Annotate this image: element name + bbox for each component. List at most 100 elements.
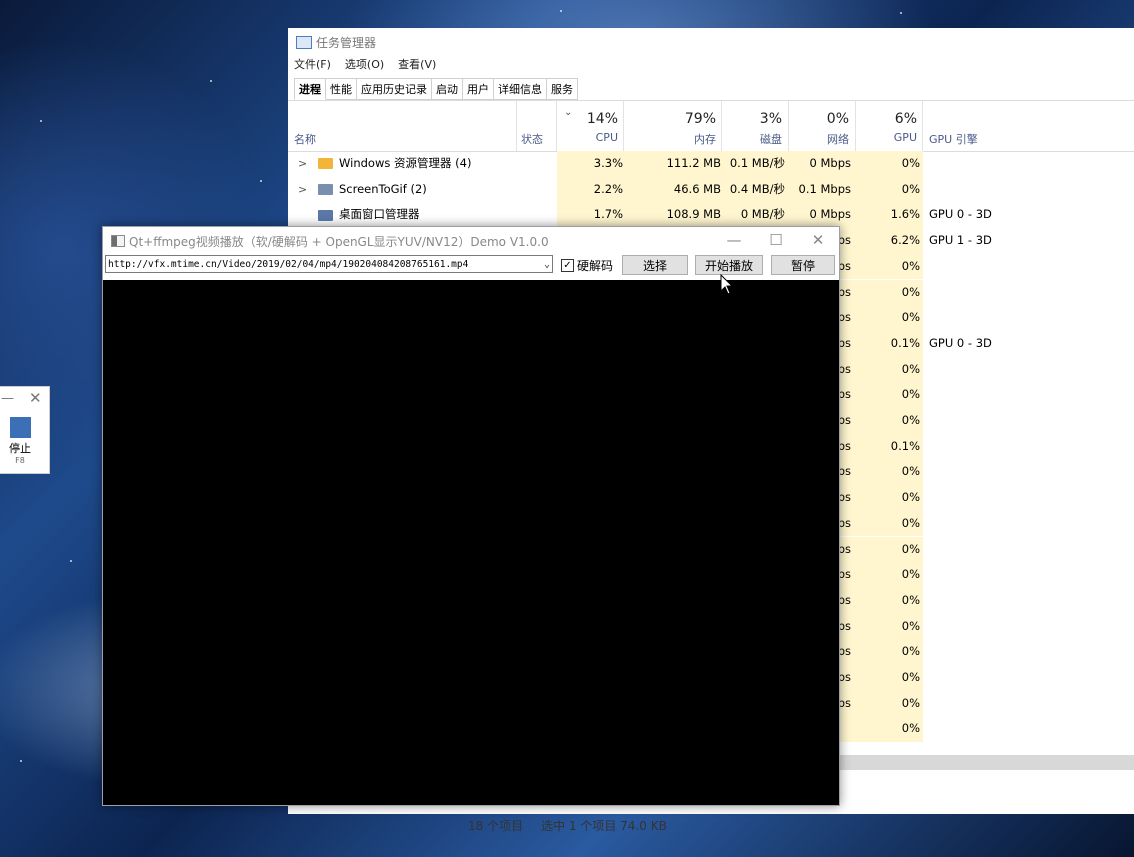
url-value: http://vfx.mtime.cn/Video/2019/02/04/mp4… bbox=[108, 259, 469, 270]
column-header: ⌄ 名称 状态 14% CPU 79% 内存 3% 磁盘 0% 网络 6% GP… bbox=[288, 100, 1134, 152]
status-bar: 18 个项目 选中 1 个项目 74.0 KB bbox=[468, 815, 1134, 835]
tab-startup[interactable]: 启动 bbox=[432, 78, 463, 100]
stop-label: 停止 bbox=[9, 442, 31, 455]
gpu-cell: 0% bbox=[856, 176, 923, 203]
gpu-cell: 0% bbox=[856, 279, 923, 306]
pause-button[interactable]: 暂停 bbox=[771, 255, 835, 275]
process-name-text: Windows 资源管理器 (4) bbox=[339, 156, 472, 170]
network-cell: 0 Mbps bbox=[785, 202, 856, 229]
divider bbox=[556, 101, 557, 151]
stop-button[interactable]: 停止 F8 bbox=[0, 417, 41, 465]
expand-chevron-icon[interactable]: > bbox=[298, 177, 307, 203]
disk-cell: 0 MB/秒 bbox=[721, 202, 790, 229]
table-row[interactable]: > ScreenToGif (2) 2.2% 46.6 MB 0.4 MB/秒 0.1 M… bbox=[288, 176, 1134, 203]
gpu-cell: 0% bbox=[856, 253, 923, 280]
gpu-label: GPU bbox=[893, 131, 917, 144]
gpu-cell: 0% bbox=[856, 382, 923, 408]
gpu-engine-cell: GPU 0 - 3D bbox=[929, 207, 992, 222]
tab-users[interactable]: 用户 bbox=[463, 78, 494, 100]
menu-view[interactable]: 查看(V) bbox=[398, 56, 436, 72]
column-cpu[interactable]: 14% CPU bbox=[558, 111, 618, 144]
memory-label: 内存 bbox=[694, 133, 716, 146]
stop-icon bbox=[9, 417, 31, 438]
column-name[interactable]: 名称 bbox=[294, 131, 316, 147]
column-memory[interactable]: 79% 内存 bbox=[624, 111, 716, 147]
process-name-text: 桌面窗口管理器 bbox=[339, 207, 420, 222]
minimize-button[interactable]: — bbox=[713, 227, 755, 255]
memory-cell: 111.2 MB bbox=[623, 151, 726, 177]
star bbox=[40, 120, 42, 122]
column-status[interactable]: 状态 bbox=[517, 131, 543, 147]
star bbox=[260, 180, 262, 182]
gpu-engine-cell: GPU 0 - 3D bbox=[929, 335, 992, 350]
video-canvas[interactable] bbox=[103, 280, 839, 805]
gpu-cell: 6.2% bbox=[856, 228, 923, 254]
tab-details[interactable]: 详细信息 bbox=[494, 78, 547, 100]
table-row[interactable]: > Windows 资源管理器 (4) 3.3% 111.2 MB 0.1 MB/秒 0 … bbox=[288, 151, 1134, 177]
tab-app-history[interactable]: 应用历史记录 bbox=[357, 78, 432, 100]
menu-file[interactable]: 文件(F) bbox=[294, 56, 331, 72]
disk-total: 3% bbox=[759, 111, 782, 127]
gpu-cell: 0.1% bbox=[856, 433, 923, 460]
column-gpu-engine[interactable]: GPU 引擎 bbox=[929, 131, 978, 147]
table-row[interactable]: 桌面窗口管理器 1.7% 108.9 MB 0 MB/秒 0 Mbps 1.6% GPU 0… bbox=[288, 202, 1134, 229]
tab-processes[interactable]: 进程 bbox=[294, 78, 326, 100]
network-cell: 0 Mbps bbox=[785, 151, 856, 177]
gpu-cell: 0% bbox=[856, 485, 923, 511]
process-name: 桌面窗口管理器 bbox=[318, 202, 420, 228]
column-gpu[interactable]: 6% GPU bbox=[856, 111, 917, 144]
task-manager-title: 任务管理器 bbox=[316, 35, 377, 50]
gpu-cell: 0% bbox=[856, 716, 923, 743]
gpu-cell: 0% bbox=[856, 536, 923, 563]
gpu-cell: 0% bbox=[856, 587, 923, 614]
memory-cell: 46.6 MB bbox=[623, 176, 726, 203]
gpu-cell: 0% bbox=[856, 356, 923, 383]
select-button[interactable]: 选择 bbox=[622, 255, 688, 275]
network-label: 网络 bbox=[827, 133, 849, 146]
tab-services[interactable]: 服务 bbox=[547, 78, 578, 100]
star bbox=[210, 80, 212, 82]
expand-chevron-icon[interactable]: > bbox=[298, 151, 307, 177]
gpu-engine-cell: GPU 1 - 3D bbox=[929, 233, 992, 248]
gpu-cell: 0% bbox=[856, 459, 923, 486]
cpu-cell: 1.7% bbox=[557, 202, 628, 229]
status-item-count: 18 个项目 bbox=[468, 818, 524, 833]
column-name-label: 名称 bbox=[294, 133, 316, 146]
hw-decode-checkbox[interactable]: ✓ 硬解码 bbox=[561, 257, 613, 274]
network-cell: 0.1 Mbps bbox=[785, 176, 856, 203]
star bbox=[560, 10, 562, 12]
close-button[interactable]: ✕ bbox=[797, 227, 839, 255]
maximize-button[interactable]: ☐ bbox=[755, 227, 797, 255]
chevron-down-icon[interactable]: ⌄ bbox=[544, 256, 550, 274]
player-titlebar: Qt+ffmpeg视频播放（软/硬解码 + OpenGL显示YUV/NV12）D… bbox=[103, 227, 839, 255]
star bbox=[900, 12, 902, 14]
star bbox=[20, 760, 22, 762]
menu-options[interactable]: 选项(O) bbox=[345, 56, 384, 72]
column-network[interactable]: 0% 网络 bbox=[789, 111, 849, 147]
menu-bar: 文件(F) 选项(O) 查看(V) bbox=[294, 56, 436, 72]
cpu-cell: 2.2% bbox=[557, 176, 628, 203]
memory-cell: 108.9 MB bbox=[623, 202, 726, 229]
checkbox-check-icon[interactable]: ✓ bbox=[561, 259, 574, 272]
column-disk[interactable]: 3% 磁盘 bbox=[722, 111, 782, 147]
process-icon bbox=[318, 184, 333, 196]
disk-cell: 0.1 MB/秒 bbox=[721, 151, 790, 177]
minimize-icon[interactable]: — bbox=[1, 391, 14, 406]
status-selected: 选中 1 个项目 74.0 KB bbox=[541, 818, 667, 833]
tab-performance[interactable]: 性能 bbox=[326, 78, 357, 100]
gpu-cell: 0% bbox=[856, 690, 923, 717]
play-button[interactable]: 开始播放 bbox=[695, 255, 763, 275]
disk-cell: 0.4 MB/秒 bbox=[721, 176, 790, 203]
stop-hotkey: F8 bbox=[15, 456, 25, 465]
gpu-cell: 0% bbox=[856, 151, 923, 177]
url-combobox[interactable]: http://vfx.mtime.cn/Video/2019/02/04/mp4… bbox=[105, 255, 553, 273]
star bbox=[70, 560, 72, 562]
close-icon[interactable]: ✕ bbox=[29, 389, 42, 407]
app-icon bbox=[111, 235, 125, 247]
gpu-cell: 0% bbox=[856, 562, 923, 588]
process-name-text: ScreenToGif (2) bbox=[339, 181, 427, 196]
cpu-total: 14% bbox=[586, 111, 618, 127]
task-manager-icon bbox=[296, 35, 312, 49]
cpu-label: CPU bbox=[595, 131, 618, 144]
gpu-cell: 0% bbox=[856, 305, 923, 331]
